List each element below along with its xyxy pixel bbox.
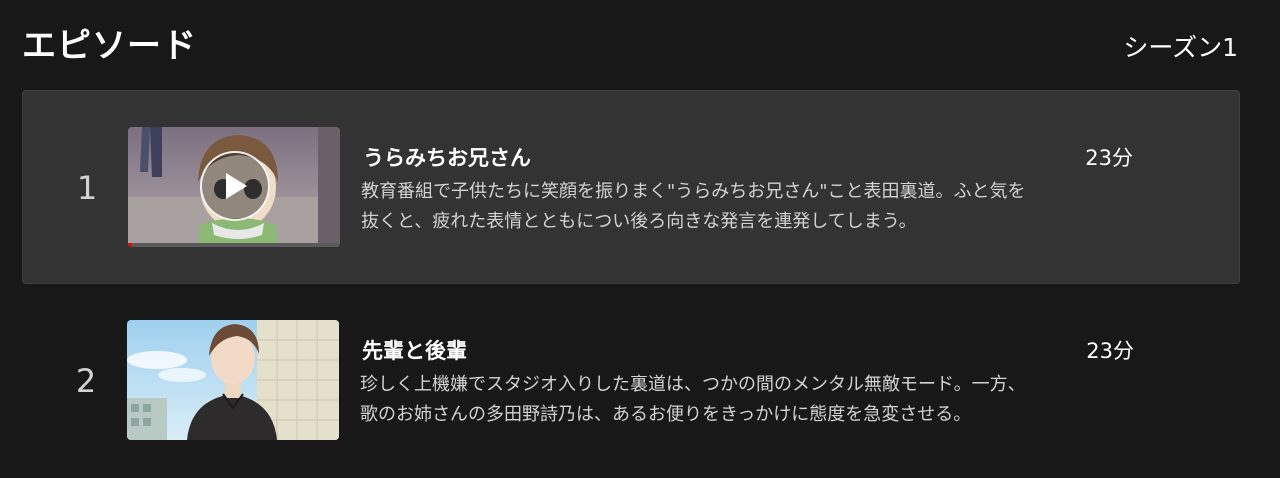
episode-description: 珍しく上機嫌でスタジオ入りした裏道は、つかの間のメンタル無敵モード。一方、 歌の… <box>360 370 1150 430</box>
episode-title: 先輩と後輩 <box>362 339 467 363</box>
watch-progress-bar <box>128 243 340 247</box>
episode-number: 2 <box>75 362 97 400</box>
episode-row-2[interactable]: 2 先輩と後輩 23分 珍しく上機嫌でスタジオ入りした裏道は、つかの間のメンタル… <box>22 284 1240 478</box>
description-line: 珍しく上機嫌でスタジオ入りした裏道は、つかの間のメンタル無敵モード。一方、 <box>360 374 1026 395</box>
episode-number: 1 <box>76 169 98 207</box>
play-button[interactable] <box>200 151 270 221</box>
watch-progress-fill <box>128 243 133 247</box>
episode-duration: 23分 <box>1085 146 1133 170</box>
section-title: エピソード <box>22 26 197 66</box>
episode-duration: 23分 <box>1086 339 1134 363</box>
episode-list: 1 うらみちお兄さん 23分 教育番組で子供たちに笑顔を振りまく"うらみちお兄さ… <box>22 90 1240 478</box>
description-line: 歌のお姉さんの多田野詩乃は、あるお便りをきっかけに態度を急変させる。 <box>360 404 972 425</box>
episode-thumbnail[interactable] <box>127 320 339 440</box>
episodes-header: エピソード シーズン1 <box>0 0 1280 80</box>
play-icon <box>226 173 247 199</box>
episode-title: うらみちお兄さん <box>363 146 531 170</box>
episode-row-1[interactable]: 1 うらみちお兄さん 23分 教育番組で子供たちに笑顔を振りまく"うらみちお兄さ… <box>22 90 1240 284</box>
episode-thumbnail[interactable] <box>128 127 340 247</box>
season-selector[interactable]: シーズン1 <box>1123 28 1238 64</box>
description-line: 抜くと、疲れた表情とともについ後ろ向きな発言を連発してしまう。 <box>361 211 917 232</box>
thumbnail-image <box>127 320 339 440</box>
description-line: 教育番組で子供たちに笑顔を振りまく"うらみちお兄さん"こと表田裏道。ふと気を <box>361 181 1026 202</box>
episode-description: 教育番組で子供たちに笑顔を振りまく"うらみちお兄さん"こと表田裏道。ふと気を 抜… <box>361 177 1151 237</box>
